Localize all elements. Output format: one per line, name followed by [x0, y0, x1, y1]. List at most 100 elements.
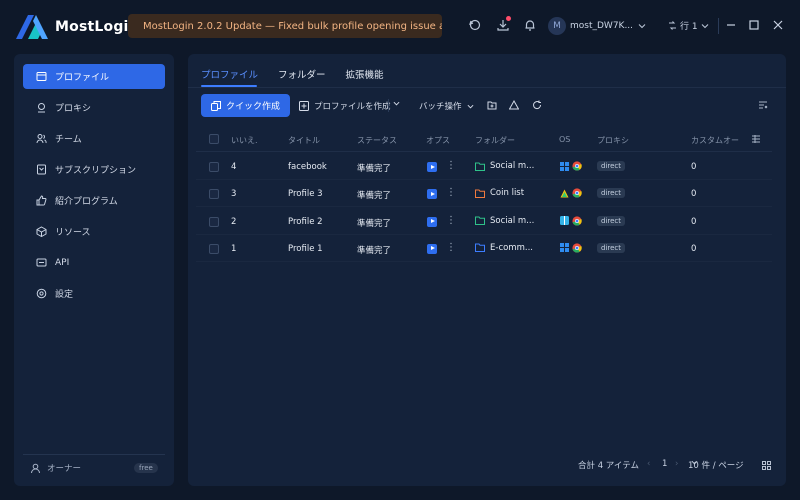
total-items: 合計 4 アイテム	[578, 461, 639, 471]
chrome-icon	[572, 215, 582, 226]
proxy-icon	[38, 103, 45, 113]
chevron-down-icon	[467, 104, 473, 108]
tabs-divider	[188, 87, 786, 88]
cell-no: 3	[231, 189, 237, 200]
user-icon	[31, 463, 40, 473]
sidebar-item-resources[interactable]: リソース	[23, 219, 165, 244]
prev-page-button[interactable]: ‹	[647, 459, 650, 469]
cell-title[interactable]: Profile 1	[288, 244, 323, 254]
plan-badge: free	[134, 463, 158, 473]
sidebar-item-team[interactable]: チーム	[23, 126, 165, 151]
windows-icon	[560, 243, 569, 253]
refresh-sync-icon[interactable]	[468, 18, 482, 32]
launch-profile-button[interactable]	[427, 162, 437, 172]
update-banner[interactable]: MostLogin 2.0.2 Update — Fixed bulk prof…	[128, 14, 442, 38]
column-header-title[interactable]: タイトル	[288, 135, 320, 146]
refresh-icon	[533, 100, 542, 110]
table-row[interactable]: 3 Profile 3 準備完了 ⋮ Coin list direct 0	[196, 180, 772, 208]
batch-operations-button[interactable]: バッチ操作	[419, 100, 474, 112]
table-row[interactable]: 1 Profile 1 準備完了 ⋮ E-comm... direct 0	[196, 235, 772, 262]
select-all-checkbox[interactable]	[209, 134, 219, 144]
quick-create-label: クイック作成	[226, 102, 281, 112]
launch-profile-button[interactable]	[427, 243, 437, 254]
row-checkbox[interactable]	[209, 162, 219, 172]
create-profile-button[interactable]: プロファイルを作成	[299, 100, 391, 112]
launch-profile-button[interactable]	[427, 216, 437, 227]
row-checkbox[interactable]	[209, 216, 219, 227]
tab-extensions[interactable]: 拡張機能	[346, 67, 384, 81]
tab-folders[interactable]: フォルダー	[278, 67, 326, 81]
folder-icon	[475, 216, 485, 226]
refresh-button[interactable]	[532, 100, 542, 110]
column-config-icon[interactable]	[751, 134, 761, 144]
android-icon	[560, 189, 569, 198]
folder-name: E-comm...	[490, 242, 533, 253]
sidebar-item-proxies[interactable]: プロキシ	[23, 95, 165, 120]
cell-custom: 0	[691, 243, 697, 254]
line-selector[interactable]: 行 1	[668, 19, 709, 32]
sidebar-item-label: チーム	[55, 135, 82, 145]
current-page[interactable]: 1	[662, 459, 667, 469]
create-profile-dropdown[interactable]	[393, 100, 400, 107]
proxy-badge: direct	[597, 161, 626, 171]
table-row[interactable]: 2 Profile 2 準備完了 ⋮ Social m... direct 0	[196, 208, 772, 235]
minimize-icon[interactable]	[725, 19, 737, 31]
team-icon	[36, 134, 47, 144]
more-actions-icon[interactable]: ⋮	[446, 187, 456, 198]
sidebar-item-api[interactable]: API	[23, 250, 165, 275]
warning-button[interactable]	[509, 100, 519, 110]
column-header-no[interactable]: いいえ.	[231, 135, 258, 146]
column-header-status[interactable]: ステータス	[357, 135, 397, 146]
proxy-badge: direct	[597, 188, 626, 199]
column-header-ops[interactable]: オプス	[426, 135, 450, 146]
banner-text: MostLogin 2.0.2 Update — Fixed bulk prof…	[143, 20, 442, 32]
more-actions-icon[interactable]: ⋮	[446, 242, 456, 253]
maximize-icon[interactable]	[748, 19, 760, 31]
grid-view-icon[interactable]	[762, 461, 771, 470]
column-header-proxy[interactable]: プロキシ	[597, 135, 629, 146]
user-menu[interactable]: M most_DW7K...	[548, 15, 646, 37]
table-header: いいえ. タイトル ステータス オプス フォルダー OS プロキシ カスタムオー	[196, 126, 772, 152]
cell-title[interactable]: Profile 3	[288, 189, 323, 199]
cell-folder: Coin list	[475, 188, 524, 198]
quick-create-button[interactable]: クイック作成	[201, 94, 290, 117]
subscription-icon	[37, 164, 46, 175]
resource-icon	[36, 226, 47, 237]
column-header-os[interactable]: OS	[559, 135, 570, 144]
column-header-custom[interactable]: カスタムオー	[691, 135, 739, 146]
cell-custom: 0	[691, 189, 697, 200]
next-page-button[interactable]: ›	[675, 459, 678, 469]
sidebar-item-subscription[interactable]: サブスクリプション	[23, 157, 165, 182]
table-row[interactable]: 4 facebook 準備完了 ⋮ Social m... direct 0	[196, 153, 772, 180]
owner-label: オーナー	[47, 464, 82, 474]
download-notification-dot	[506, 16, 511, 21]
proxy-badge: direct	[597, 215, 626, 226]
tab-profiles[interactable]: プロファイル	[201, 67, 258, 81]
sidebar-item-profiles[interactable]: プロファイル	[23, 64, 165, 89]
import-button[interactable]	[487, 100, 497, 110]
sidebar-item-label: API	[55, 257, 70, 268]
more-actions-icon[interactable]: ⋮	[446, 160, 456, 171]
more-actions-icon[interactable]: ⋮	[446, 215, 456, 226]
bell-icon[interactable]	[523, 18, 537, 32]
cell-title[interactable]: Profile 2	[288, 217, 323, 227]
sidebar-item-settings[interactable]: 設定	[23, 281, 165, 306]
owner-role: オーナー	[30, 462, 81, 474]
row-checkbox[interactable]	[209, 243, 219, 254]
folder-name: Social m...	[490, 161, 535, 171]
sidebar-item-label: プロキシ	[55, 104, 92, 114]
page-size-selector[interactable]: 10 件 / ページ	[688, 459, 744, 471]
cell-title[interactable]: facebook	[288, 162, 327, 172]
close-icon[interactable]	[772, 19, 784, 31]
launch-profile-button[interactable]	[427, 189, 437, 200]
settings-icon	[36, 288, 47, 299]
column-header-folder[interactable]: フォルダー	[475, 135, 515, 146]
mostlogin-logo	[16, 15, 48, 39]
sidebar-item-label: 紹介プログラム	[55, 197, 118, 207]
sidebar-item-referral[interactable]: 紹介プログラム	[23, 188, 165, 213]
row-checkbox[interactable]	[209, 189, 219, 200]
tab-bar: プロファイル フォルダー 拡張機能	[201, 67, 404, 81]
api-icon	[36, 258, 47, 267]
column-settings-button[interactable]	[758, 100, 768, 110]
batch-operations-label: バッチ操作	[419, 102, 462, 112]
